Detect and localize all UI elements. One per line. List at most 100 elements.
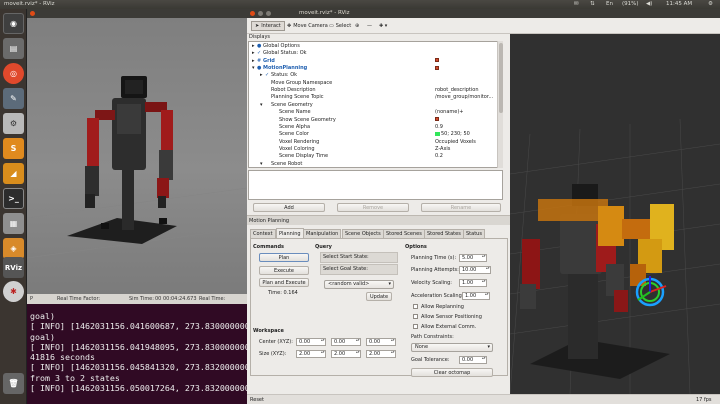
text-editor-icon[interactable]: ✎ (3, 88, 24, 109)
interact-tool-button[interactable]: ➤ Interact (251, 21, 285, 31)
battery-indicator[interactable]: (91%) (622, 1, 639, 7)
display-tree-row[interactable]: Robot Description robot_description (249, 87, 502, 94)
plan-and-execute-button[interactable]: Plan and Execute (259, 278, 309, 287)
display-description-area (248, 170, 503, 200)
settings-icon[interactable]: ⚙ (3, 113, 24, 134)
display-tree-row[interactable]: ▾ ● MotionPlanning (249, 65, 502, 72)
display-tree-row[interactable]: Voxel Coloring Z-Axis (249, 146, 502, 153)
display-tree-value[interactable]: Occupied Voxels (435, 139, 499, 146)
gazebo-icon[interactable]: ◢ (3, 163, 24, 184)
workspace-switcher-icon[interactable]: ▦ (3, 213, 24, 234)
display-tree-value[interactable]: 50; 230; 50 (435, 131, 499, 138)
ros-icon[interactable]: ✱ (3, 281, 24, 302)
display-tree-row[interactable]: Scene Alpha 0.9 (249, 124, 502, 131)
remove-display-button[interactable]: Remove (337, 203, 409, 212)
rviz-icon[interactable]: RViz (3, 257, 24, 278)
display-tree-row[interactable]: Scene Color 50; 230; 50 (249, 131, 502, 138)
path-constraints-combo[interactable]: None (411, 343, 493, 352)
mail-indicator-icon[interactable]: ✉ (574, 1, 579, 7)
planning-attempts-input[interactable]: 10.00 (459, 266, 491, 274)
display-tree-value[interactable]: Z-Axis (435, 146, 499, 153)
planning-time-input[interactable]: 5.00 (459, 254, 487, 262)
clear-octomap-button[interactable]: Clear octomap (411, 368, 493, 377)
center-x-input[interactable]: 0.00 (296, 338, 326, 346)
tab-stored-states[interactable]: Stored States (424, 229, 464, 238)
display-tree-row[interactable]: ▸ ✓ Status: Ok (249, 72, 502, 79)
display-tree-row[interactable]: ▸ ✓ Global Status: Ok (249, 50, 502, 57)
display-tree-value[interactable]: 0.2 (435, 153, 499, 160)
rviz-3d-view[interactable] (510, 34, 720, 394)
display-tree-value[interactable]: (noname)+ (435, 109, 499, 116)
display-tree-row[interactable]: Show Scene Geometry (249, 117, 502, 124)
display-tree-row[interactable]: ▸ ● Global Options (249, 43, 502, 50)
keyboard-indicator[interactable]: En (606, 1, 613, 7)
goal-tolerance-input[interactable]: 0.00 (459, 356, 487, 364)
display-tree-value[interactable] (435, 117, 499, 124)
display-tree-row[interactable]: ▸ # Grid (249, 58, 502, 65)
tab-manipulation[interactable]: Manipulation (303, 229, 342, 238)
displays-scrollbar[interactable] (497, 41, 503, 168)
center-y-input[interactable]: 0.00 (331, 338, 361, 346)
tab-context[interactable]: Context (250, 229, 276, 238)
acceleration-scaling-input[interactable]: 1.00 (462, 292, 490, 300)
allow-sensor-positioning-checkbox[interactable] (413, 314, 418, 319)
minimize-icon[interactable] (258, 11, 263, 16)
update-button[interactable]: Update (366, 292, 392, 301)
size-z-input[interactable]: 2.00 (366, 350, 396, 358)
size-y-input[interactable]: 2.00 (331, 350, 361, 358)
display-tree-row[interactable]: Scene Name (noname)+ (249, 109, 502, 116)
display-tree-row[interactable]: ▾ Scene Geometry (249, 102, 502, 109)
plan-button[interactable]: Plan (259, 253, 309, 262)
display-tree-value[interactable]: 0.9 (435, 124, 499, 131)
allow-external-comm-checkbox[interactable] (413, 324, 418, 329)
focus-camera-button[interactable]: ⊕ (351, 21, 363, 31)
tab-stored-scenes[interactable]: Stored Scenes (383, 229, 425, 238)
terminal-icon[interactable]: >_ (3, 188, 24, 209)
size-x-input[interactable]: 2.00 (296, 350, 326, 358)
allow-replanning-checkbox[interactable] (413, 304, 418, 309)
display-tree-value[interactable]: /move_group/monitor... (435, 94, 499, 101)
rename-display-button[interactable]: Rename (421, 203, 501, 212)
display-tree-value[interactable] (435, 65, 499, 72)
network-indicator-icon[interactable]: ⇅ (590, 1, 595, 7)
clock[interactable]: 11:45 AM (666, 1, 692, 7)
expand-arrow-icon[interactable]: ▾ (260, 102, 265, 109)
display-tree-row[interactable]: Move Group Namespace (249, 80, 502, 87)
display-tree-row[interactable]: Scene Display Time 0.2 (249, 153, 502, 160)
goal-state-combo[interactable]: <random valid> (324, 280, 394, 289)
close-icon[interactable] (30, 11, 35, 16)
display-tree-row[interactable]: Voxel Rendering Occupied Voxels (249, 139, 502, 146)
display-tree-row[interactable]: ▾ Scene Robot (249, 161, 502, 167)
tab-status[interactable]: Status (463, 229, 485, 238)
toolbar-add-button[interactable]: ✚ ▾ (375, 21, 391, 31)
velocity-scaling-input[interactable]: 1.00 (459, 279, 487, 287)
scrollbar-thumb[interactable] (499, 43, 503, 113)
trash-icon[interactable]: 🗑 (3, 373, 24, 394)
terminal-output[interactable]: goal)[ INFO] [1462031156.041600687, 273.… (27, 304, 247, 404)
enabled-checkbox[interactable] (435, 117, 439, 121)
enabled-checkbox[interactable] (435, 58, 439, 63)
volume-icon[interactable]: ◀) (646, 1, 652, 7)
display-tree-value[interactable] (435, 58, 499, 65)
files-icon[interactable]: ▤ (3, 38, 24, 59)
reset-button[interactable]: Reset (250, 397, 264, 403)
add-display-button[interactable]: Add (253, 203, 325, 212)
package-icon[interactable]: ◈ (3, 238, 24, 259)
chrome-icon[interactable]: ◎ (3, 63, 24, 84)
maximize-icon[interactable] (266, 11, 271, 16)
enabled-checkbox[interactable] (435, 65, 439, 70)
expand-arrow-icon[interactable]: ▾ (260, 161, 265, 167)
displays-tree[interactable]: ▸ ● Global Options ▸ ✓ Global Status: Ok ▸ # Gri… (248, 41, 503, 168)
execute-button[interactable]: Execute (259, 266, 309, 275)
display-tree-value[interactable]: robot_description (435, 87, 499, 94)
settings-gear-icon[interactable]: ⚙ (708, 1, 713, 7)
tab-scene-objects[interactable]: Scene Objects (342, 229, 384, 238)
dash-icon[interactable]: ◉ (3, 13, 24, 34)
center-z-input[interactable]: 0.00 (366, 338, 396, 346)
display-tree-row[interactable]: Planning Scene Topic/move_group/monitor.… (249, 94, 502, 101)
pause-button[interactable]: P (30, 296, 33, 302)
sublime-icon[interactable]: S (3, 138, 24, 159)
gazebo-3d-view[interactable] (27, 18, 247, 294)
close-icon[interactable] (250, 11, 255, 16)
tab-planning[interactable]: Planning (276, 228, 304, 238)
